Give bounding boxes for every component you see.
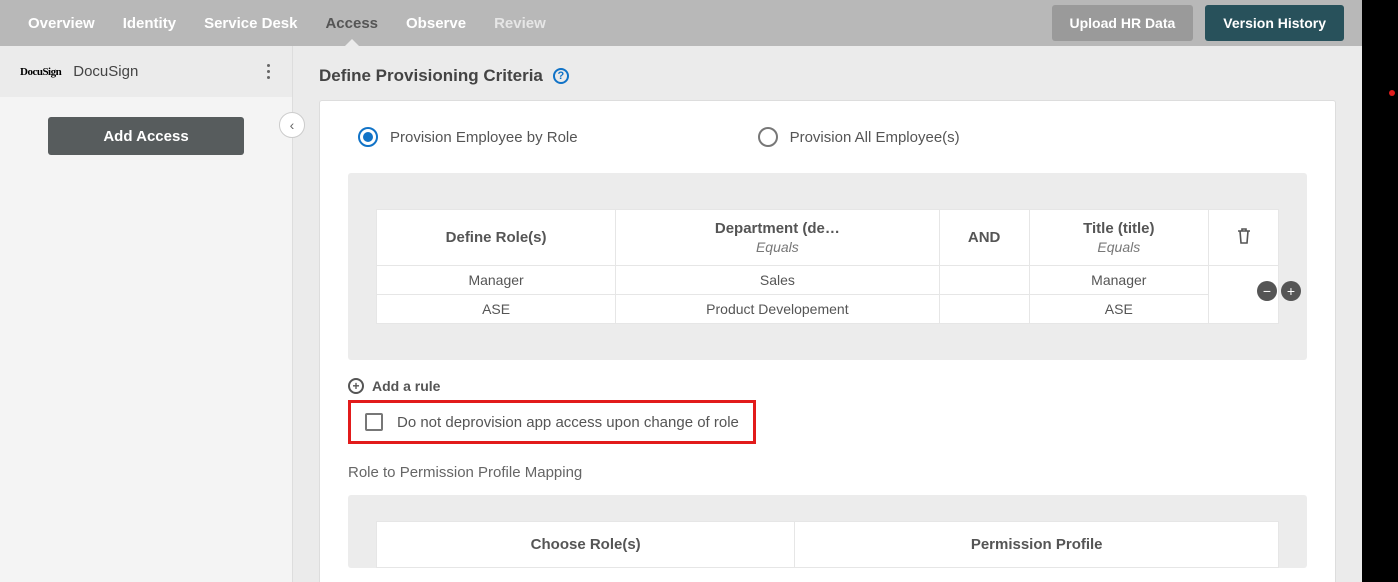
add-rule-button[interactable]: + Add a rule (348, 378, 1307, 394)
mapping-subtitle: Role to Permission Profile Mapping (348, 464, 1307, 481)
page-title: Define Provisioning Criteria ? (319, 66, 1336, 86)
top-actions: Upload HR Data Version History (1052, 5, 1345, 41)
cell-op (939, 295, 1029, 324)
cell-role: ASE (377, 295, 616, 324)
cell-op (939, 266, 1029, 295)
cell-dept: Sales (616, 266, 939, 295)
sidebar-app-name: DocuSign (73, 63, 138, 80)
chevron-left-icon: ‹ (290, 117, 295, 133)
minus-icon: − (1263, 284, 1271, 298)
col-department: Department (de… Equals (616, 210, 939, 266)
permission-mapping-block: Choose Role(s) Permission Profile (348, 495, 1307, 568)
col-actions (1209, 210, 1279, 266)
cell-dept: Product Developement (616, 295, 939, 324)
sidebar: DocuSign DocuSign Add Access ‹ (0, 46, 293, 582)
nav-tabs: Overview Identity Service Desk Access Ob… (28, 0, 546, 46)
criteria-card: Provision Employee by Role Provision All… (319, 100, 1336, 582)
radio-provision-all[interactable]: Provision All Employee(s) (758, 127, 960, 147)
add-row-button[interactable]: + (1281, 281, 1301, 301)
trash-icon[interactable] (1236, 227, 1252, 245)
tab-access[interactable]: Access (325, 0, 378, 46)
tab-overview[interactable]: Overview (28, 0, 95, 46)
collapse-sidebar-button[interactable]: ‹ (279, 112, 305, 138)
main-content: Define Provisioning Criteria ? Provision… (293, 46, 1362, 582)
page-title-text: Define Provisioning Criteria (319, 66, 543, 86)
radio-label: Provision Employee by Role (390, 129, 578, 146)
role-table: Define Role(s) Department (de… Equals AN… (376, 209, 1279, 324)
col-title: Title (title) Equals (1029, 210, 1208, 266)
upload-hr-data-button[interactable]: Upload HR Data (1052, 5, 1194, 41)
plus-icon: + (1287, 284, 1295, 298)
cell-title: Manager (1029, 266, 1208, 295)
add-rule-label: Add a rule (372, 378, 440, 394)
deprovision-option-highlight: Do not deprovision app access upon chang… (348, 400, 756, 444)
tab-review: Review (494, 0, 546, 46)
row-controls: − + (1257, 281, 1301, 301)
radio-label: Provision All Employee(s) (790, 129, 960, 146)
version-history-button[interactable]: Version History (1205, 5, 1344, 41)
table-row[interactable]: ASE Product Developement ASE (377, 295, 1279, 324)
tab-identity[interactable]: Identity (123, 0, 176, 46)
role-definition-block: Define Role(s) Department (de… Equals AN… (348, 173, 1307, 360)
kebab-menu-icon[interactable] (261, 58, 276, 85)
deprovision-checkbox[interactable] (365, 413, 383, 431)
sidebar-app-row[interactable]: DocuSign DocuSign (0, 46, 292, 97)
help-icon[interactable]: ? (553, 68, 569, 84)
col-choose-roles: Choose Role(s) (377, 522, 795, 568)
cell-title: ASE (1029, 295, 1208, 324)
add-access-button[interactable]: Add Access (48, 117, 244, 155)
remove-row-button[interactable]: − (1257, 281, 1277, 301)
radio-unselected-icon (758, 127, 778, 147)
deprovision-label: Do not deprovision app access upon chang… (397, 414, 739, 431)
radio-selected-icon (358, 127, 378, 147)
col-define-roles: Define Role(s) (377, 210, 616, 266)
cell-role: Manager (377, 266, 616, 295)
table-row[interactable]: Manager Sales Manager (377, 266, 1279, 295)
col-operator: AND (939, 210, 1029, 266)
tab-observe[interactable]: Observe (406, 0, 466, 46)
provision-radio-group: Provision Employee by Role Provision All… (348, 127, 1307, 147)
window-border (1362, 0, 1398, 582)
docusign-logo-icon: DocuSign (20, 66, 61, 78)
radio-provision-by-role[interactable]: Provision Employee by Role (358, 127, 578, 147)
col-permission-profile: Permission Profile (795, 522, 1279, 568)
notification-dot-icon (1389, 90, 1395, 96)
permission-table: Choose Role(s) Permission Profile (376, 521, 1279, 568)
tab-service-desk[interactable]: Service Desk (204, 0, 297, 46)
top-nav-bar: Overview Identity Service Desk Access Ob… (0, 0, 1362, 46)
plus-circle-icon: + (348, 378, 364, 394)
